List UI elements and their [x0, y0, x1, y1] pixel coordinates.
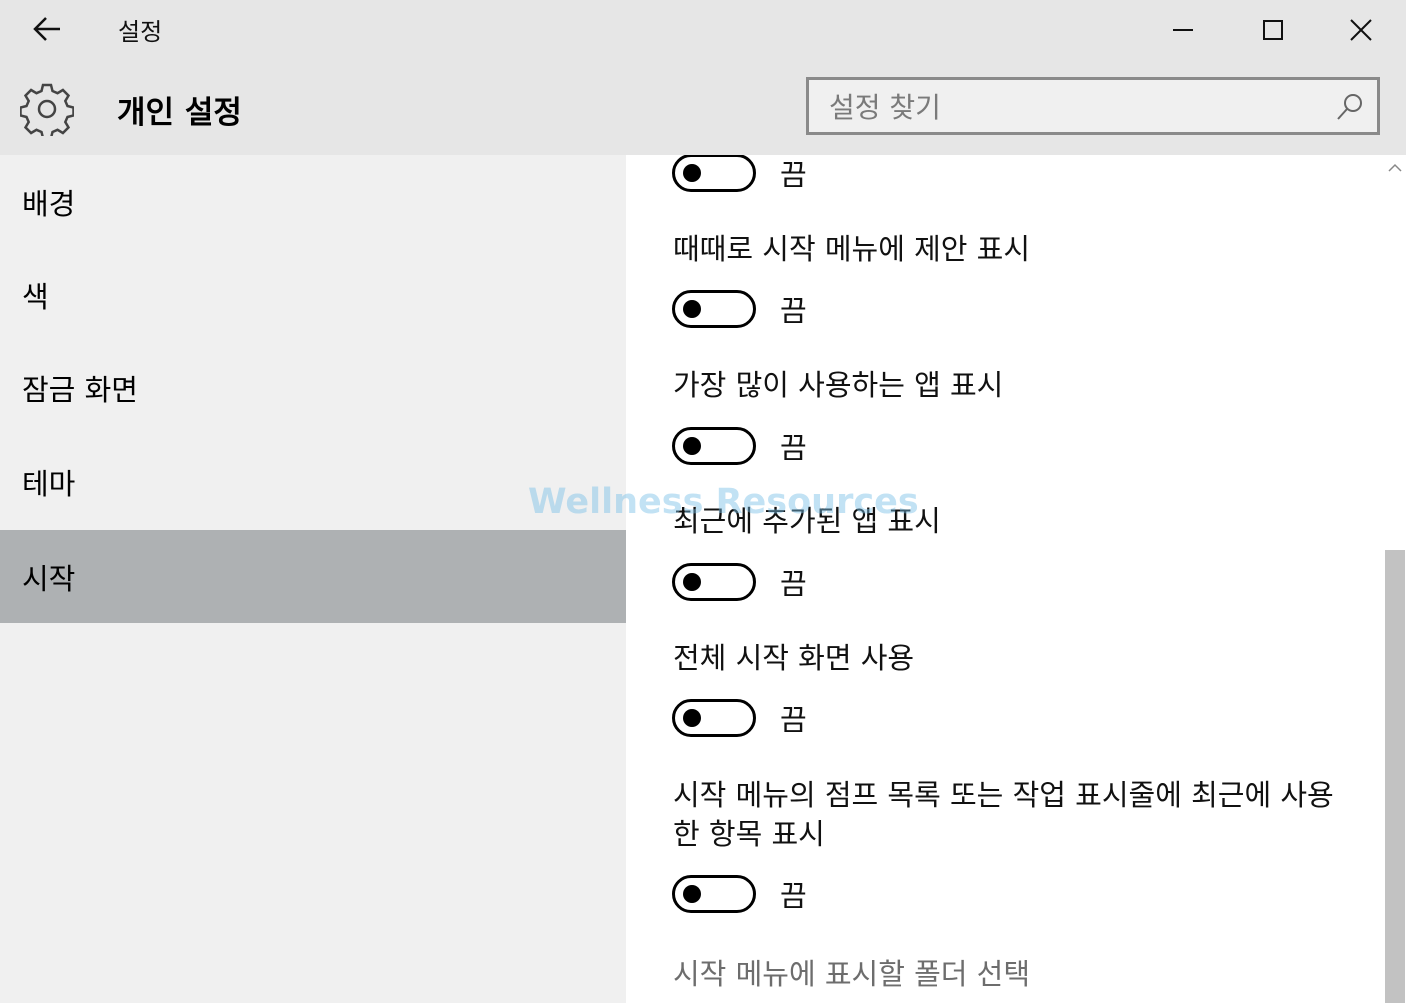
scroll-up-icon[interactable] — [1386, 159, 1404, 177]
search-input[interactable] — [827, 86, 1331, 128]
toggle-state-label: 끔 — [780, 879, 807, 913]
toggle-knob — [683, 885, 701, 903]
toggle-knob — [683, 709, 701, 727]
settings-content: 끔 때때로 시작 메뉴에 제안 표시 끔 가장 많이 사용하는 앱 표시 끔 최… — [626, 155, 1406, 1003]
page-header: 개인 설정 — [0, 60, 1406, 155]
sidebar: 배경 색 잠금 화면 테마 시작 — [0, 155, 626, 1003]
setting-label: 전체 시작 화면 사용 — [673, 641, 915, 675]
sidebar-item-start[interactable]: 시작 — [0, 530, 626, 623]
setting-label: 때때로 시작 메뉴에 제안 표시 — [673, 232, 1031, 266]
toggle-knob — [683, 437, 701, 455]
scrollbar[interactable] — [1384, 155, 1406, 1003]
sidebar-item-color[interactable]: 색 — [0, 248, 626, 341]
toggle-knob — [683, 300, 701, 318]
setting-label: 시작 메뉴의 점프 목록 또는 작업 표시줄에 최근에 사용한 항목 표시 — [673, 778, 1334, 851]
search-icon[interactable] — [1335, 92, 1365, 122]
toggle-state-label: 끔 — [780, 294, 807, 328]
toggle-state-label: 끔 — [780, 431, 807, 465]
toggle-switch[interactable] — [672, 563, 756, 601]
window-title: 설정 — [118, 18, 163, 46]
setting-row: 끔 — [672, 560, 807, 604]
page-title: 개인 설정 — [117, 95, 242, 131]
toggle-switch[interactable] — [672, 699, 756, 737]
setting-label: 최근에 추가된 앱 표시 — [673, 504, 941, 538]
gear-icon — [19, 82, 75, 140]
sidebar-item-lock-screen[interactable]: 잠금 화면 — [0, 341, 626, 434]
toggle-state-label: 끔 — [780, 158, 807, 192]
sidebar-item-themes[interactable]: 테마 — [0, 435, 626, 528]
back-button[interactable] — [22, 8, 72, 50]
title-bar: 설정 — [0, 0, 1406, 60]
toggle-switch[interactable] — [672, 875, 756, 913]
scrollbar-thumb[interactable] — [1385, 550, 1405, 1003]
toggle-state-label: 끔 — [780, 703, 807, 737]
setting-row: 끔 — [672, 696, 807, 740]
toggle-state-label: 끔 — [780, 567, 807, 601]
setting-row: 끔 — [672, 287, 807, 331]
setting-row: 끔 — [672, 424, 807, 468]
minimize-button[interactable] — [1138, 0, 1228, 60]
maximize-button[interactable] — [1228, 0, 1318, 60]
setting-row: 끔 — [672, 872, 807, 916]
back-arrow-icon — [33, 17, 60, 41]
choose-folders-link[interactable]: 시작 메뉴에 표시할 폴더 선택 — [673, 951, 1030, 993]
toggle-switch[interactable] — [672, 290, 756, 328]
maximize-icon — [1263, 20, 1283, 40]
toggle-switch[interactable] — [672, 427, 756, 465]
setting-label: 가장 많이 사용하는 앱 표시 — [673, 368, 1004, 402]
toggle-knob — [683, 573, 701, 591]
minimize-icon — [1173, 29, 1193, 31]
toggle-switch[interactable] — [672, 155, 756, 192]
close-icon — [1350, 19, 1372, 41]
sidebar-item-background[interactable]: 배경 — [0, 155, 626, 248]
close-button[interactable] — [1316, 0, 1406, 60]
toggle-knob — [683, 164, 701, 182]
setting-row: 끔 — [672, 155, 807, 195]
search-box[interactable] — [806, 77, 1380, 135]
